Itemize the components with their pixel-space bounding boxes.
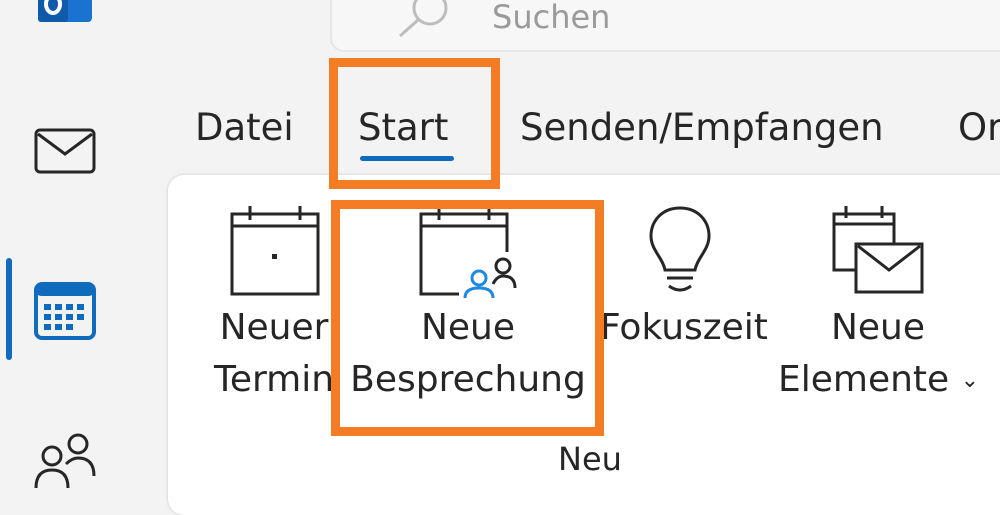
new-meeting-label-2: Besprechung (350, 359, 586, 400)
search-box[interactable]: Suchen (330, 0, 1000, 52)
focus-time-label: Fokuszeit (600, 307, 768, 348)
active-tab-underline (360, 156, 454, 161)
tab-senden-empfangen[interactable]: Senden/Empfangen (520, 104, 884, 152)
people-icon[interactable] (32, 430, 98, 494)
new-appointment-button[interactable]: Neuer Termin (212, 204, 336, 406)
active-indicator (6, 258, 12, 360)
calendar-icon[interactable] (34, 280, 96, 344)
ribbon-group-label: Neu (558, 440, 622, 478)
search-input[interactable]: Suchen (492, 0, 610, 36)
tab-partial[interactable]: Or (958, 104, 1000, 152)
tab-datei[interactable]: Datei (195, 104, 294, 152)
search-icon (392, 0, 452, 44)
new-items-label-2: Elemente ⌄ (778, 354, 979, 407)
new-appointment-label-2: Termin (213, 359, 335, 400)
new-items-label-text: Elemente (778, 359, 950, 400)
new-appointment-label-1: Neuer (219, 307, 329, 348)
new-meeting-label-1: Neue (420, 307, 516, 348)
navigation-rail (0, 0, 150, 489)
calendar-new-icon (212, 204, 336, 302)
calendar-people-icon (350, 204, 586, 304)
mail-icon[interactable] (34, 128, 96, 178)
new-items-button[interactable]: Neue Elemente ⌄ (778, 204, 979, 407)
focus-time-button[interactable]: Fokuszeit (600, 204, 768, 354)
calendar-mail-icon (778, 204, 978, 302)
chevron-down-icon[interactable]: ⌄ (961, 368, 979, 393)
outlook-logo-icon[interactable] (38, 0, 92, 32)
lightbulb-icon (600, 204, 760, 302)
tab-start[interactable]: Start (358, 104, 448, 152)
new-items-label-1: Neue (830, 307, 926, 348)
new-meeting-button[interactable]: Neue Besprechung (350, 204, 586, 406)
